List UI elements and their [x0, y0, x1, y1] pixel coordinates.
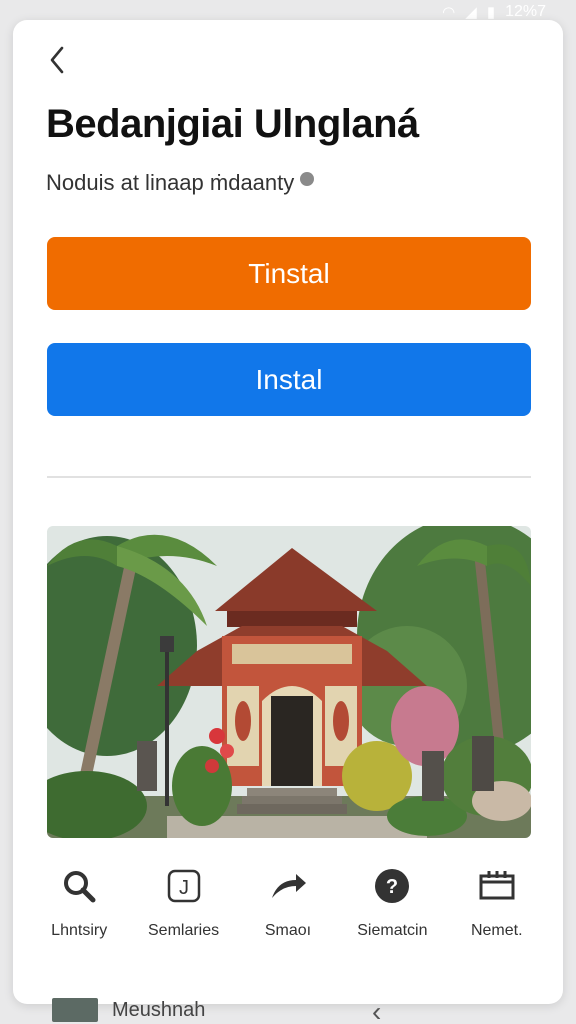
hero-image [47, 526, 531, 838]
bottom-nav: Lhntsiry J Semlaries Smaoı ? Siematcin N… [13, 866, 563, 956]
nav-item-help[interactable]: ? Siematcin [342, 866, 442, 956]
share-icon [268, 866, 308, 906]
back-button[interactable] [39, 42, 75, 78]
nav-item-share[interactable]: Smaoı [238, 866, 338, 956]
footer-bar: Meushnah ‹ [0, 996, 576, 1024]
svg-text:J: J [179, 877, 189, 899]
subtitle-text: Noduis at linaap ṁdaanty [46, 170, 295, 195]
svg-text:?: ? [386, 876, 398, 898]
page-title: Bedanjgiai Ulnglaná [46, 102, 419, 146]
chevron-left-icon[interactable]: ‹ [372, 996, 381, 1024]
info-icon[interactable] [300, 172, 315, 186]
nav-label: Nemet. [470, 922, 523, 939]
nav-label: Siematcin [357, 922, 428, 939]
app-detail-card: Bedanjgiai Ulnglaná Noduis at linaap ṁda… [13, 20, 563, 1004]
calendar-icon [477, 866, 517, 906]
nav-item-search[interactable]: Lhntsiry [29, 866, 129, 956]
page-subtitle: Noduis at linaap ṁdaanty [46, 170, 543, 196]
secondary-install-button[interactable]: Instal [47, 343, 531, 416]
status-time: 12%7 [505, 3, 546, 20]
nav-item-calendar[interactable]: Nemet. [447, 866, 547, 956]
nav-label: Lhntsiry [51, 922, 108, 939]
nav-label: Smaoı [264, 922, 312, 939]
primary-install-button[interactable]: Tinstal [47, 237, 531, 310]
footer-label: Meushnah [112, 998, 206, 1021]
help-icon: ? [372, 866, 412, 906]
avatar[interactable] [52, 998, 98, 1022]
divider [47, 476, 531, 478]
signal-icon: ◢ [465, 4, 477, 21]
battery-icon: ▮ [486, 4, 496, 21]
app-j-icon: J [164, 866, 204, 906]
chevron-left-icon [50, 46, 64, 74]
nav-label: Semlaries [148, 922, 220, 939]
nav-item-semlaries[interactable]: J Semlaries [134, 866, 234, 956]
search-icon [59, 866, 99, 906]
wifi-icon: ◠ [442, 4, 456, 21]
